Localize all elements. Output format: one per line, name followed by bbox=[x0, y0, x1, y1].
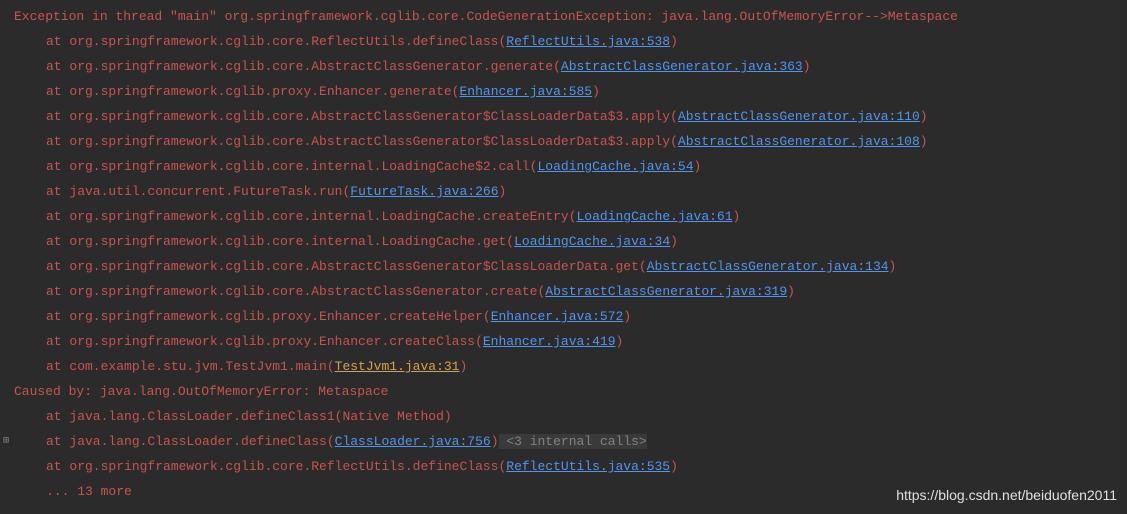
at-keyword: at bbox=[46, 134, 69, 149]
frame-suffix: ) bbox=[889, 259, 897, 274]
stack-frame: at org.springframework.cglib.core.Abstra… bbox=[0, 129, 1127, 154]
frame-method: com.example.stu.jvm.TestJvm1.main( bbox=[69, 359, 334, 374]
source-link[interactable]: ClassLoader.java:756 bbox=[335, 434, 491, 449]
frame-method: java.lang.ClassLoader.defineClass( bbox=[69, 434, 334, 449]
frame-method: org.springframework.cglib.core.internal.… bbox=[69, 234, 514, 249]
at-keyword: at bbox=[46, 34, 69, 49]
source-link[interactable]: AbstractClassGenerator.java:134 bbox=[647, 259, 889, 274]
source-link[interactable]: LoadingCache.java:54 bbox=[537, 159, 693, 174]
stack-frame: at org.springframework.cglib.core.Abstra… bbox=[0, 104, 1127, 129]
frame-suffix: ) bbox=[670, 34, 678, 49]
frame-method: java.util.concurrent.FutureTask.run( bbox=[69, 184, 350, 199]
at-keyword: at bbox=[46, 434, 69, 449]
source-link[interactable]: Enhancer.java:572 bbox=[491, 309, 624, 324]
source-link[interactable]: ReflectUtils.java:538 bbox=[506, 34, 670, 49]
source-link[interactable]: LoadingCache.java:34 bbox=[514, 234, 670, 249]
frame-method: org.springframework.cglib.core.ReflectUt… bbox=[69, 34, 506, 49]
frame-suffix: ) bbox=[459, 359, 467, 374]
source-link[interactable]: FutureTask.java:266 bbox=[350, 184, 498, 199]
source-link[interactable]: TestJvm1.java:31 bbox=[335, 359, 460, 374]
stack-frame: at com.example.stu.jvm.TestJvm1.main(Tes… bbox=[0, 354, 1127, 379]
stack-frame: at org.springframework.cglib.proxy.Enhan… bbox=[0, 79, 1127, 104]
stack-frame: at org.springframework.cglib.proxy.Enhan… bbox=[0, 329, 1127, 354]
stack-frame: at org.springframework.cglib.core.intern… bbox=[0, 204, 1127, 229]
at-keyword: at bbox=[46, 359, 69, 374]
caused-by-header: Caused by: java.lang.OutOfMemoryError: M… bbox=[0, 379, 1127, 404]
source-link[interactable]: Enhancer.java:419 bbox=[483, 334, 616, 349]
frame-method: org.springframework.cglib.core.internal.… bbox=[69, 209, 576, 224]
at-keyword: at bbox=[46, 84, 69, 99]
stack-frame: at org.springframework.cglib.core.intern… bbox=[0, 154, 1127, 179]
at-keyword: at bbox=[46, 309, 69, 324]
frame-suffix: ) bbox=[920, 134, 928, 149]
at-keyword: at bbox=[46, 184, 69, 199]
at-keyword: at bbox=[46, 209, 69, 224]
source-link[interactable]: Enhancer.java:585 bbox=[459, 84, 592, 99]
frame-suffix: ) bbox=[803, 59, 811, 74]
stack-frame: at org.springframework.cglib.core.Abstra… bbox=[0, 254, 1127, 279]
exception-header: Exception in thread "main" org.springfra… bbox=[0, 4, 1127, 29]
at-keyword: at bbox=[46, 234, 69, 249]
at-keyword: at bbox=[46, 159, 69, 174]
frame-method: org.springframework.cglib.core.AbstractC… bbox=[69, 109, 678, 124]
frame-method: org.springframework.cglib.core.internal.… bbox=[69, 159, 537, 174]
frame-suffix: ) bbox=[694, 159, 702, 174]
source-link[interactable]: AbstractClassGenerator.java:108 bbox=[678, 134, 920, 149]
watermark: https://blog.csdn.net/beiduofen2011 bbox=[896, 483, 1117, 508]
frame-suffix: ) bbox=[920, 109, 928, 124]
stack-frame: at org.springframework.cglib.core.intern… bbox=[0, 229, 1127, 254]
frame-suffix: ) bbox=[592, 84, 600, 99]
stack-frame: at org.springframework.cglib.core.Reflec… bbox=[0, 29, 1127, 54]
frame-method: org.springframework.cglib.proxy.Enhancer… bbox=[69, 334, 482, 349]
stack-frame: at java.util.concurrent.FutureTask.run(F… bbox=[0, 179, 1127, 204]
frame-suffix: ) bbox=[491, 434, 499, 449]
stack-frame: at org.springframework.cglib.core.Abstra… bbox=[0, 279, 1127, 304]
source-link[interactable]: AbstractClassGenerator.java:110 bbox=[678, 109, 920, 124]
at-keyword: at bbox=[46, 459, 69, 474]
frame-method: org.springframework.cglib.core.ReflectUt… bbox=[69, 459, 506, 474]
source-link[interactable]: AbstractClassGenerator.java:363 bbox=[561, 59, 803, 74]
at-keyword: at bbox=[46, 409, 69, 424]
frame-method: java.lang.ClassLoader.defineClass1(Nativ… bbox=[69, 409, 451, 424]
frame-suffix: ) bbox=[787, 284, 795, 299]
at-keyword: at bbox=[46, 334, 69, 349]
frame-method: org.springframework.cglib.core.AbstractC… bbox=[69, 259, 646, 274]
stack-frame: at java.lang.ClassLoader.defineClass1(Na… bbox=[0, 404, 1127, 429]
source-link[interactable]: AbstractClassGenerator.java:319 bbox=[545, 284, 787, 299]
expand-icon[interactable]: ⊞ bbox=[3, 429, 9, 454]
frame-suffix: ) bbox=[670, 234, 678, 249]
stack-frame: at org.springframework.cglib.core.Abstra… bbox=[0, 54, 1127, 79]
stack-frame: at org.springframework.cglib.proxy.Enhan… bbox=[0, 304, 1127, 329]
at-keyword: at bbox=[46, 259, 69, 274]
frame-method: org.springframework.cglib.proxy.Enhancer… bbox=[69, 309, 490, 324]
internal-calls[interactable]: <3 internal calls> bbox=[499, 434, 647, 449]
frame-method: org.springframework.cglib.proxy.Enhancer… bbox=[69, 84, 459, 99]
stack-frame: at java.lang.ClassLoader.defineClass(Cla… bbox=[0, 429, 1127, 454]
frame-suffix: ) bbox=[623, 309, 631, 324]
at-keyword: at bbox=[46, 109, 69, 124]
frame-suffix: ) bbox=[616, 334, 624, 349]
source-link[interactable]: ReflectUtils.java:535 bbox=[506, 459, 670, 474]
source-link[interactable]: LoadingCache.java:61 bbox=[577, 209, 733, 224]
at-keyword: at bbox=[46, 59, 69, 74]
frame-suffix: ) bbox=[670, 459, 678, 474]
frame-method: org.springframework.cglib.core.AbstractC… bbox=[69, 284, 545, 299]
frame-method: org.springframework.cglib.core.AbstractC… bbox=[69, 134, 678, 149]
stack-frame: at org.springframework.cglib.core.Reflec… bbox=[0, 454, 1127, 479]
frame-suffix: ) bbox=[499, 184, 507, 199]
frame-suffix: ) bbox=[733, 209, 741, 224]
at-keyword: at bbox=[46, 284, 69, 299]
frame-method: org.springframework.cglib.core.AbstractC… bbox=[69, 59, 560, 74]
